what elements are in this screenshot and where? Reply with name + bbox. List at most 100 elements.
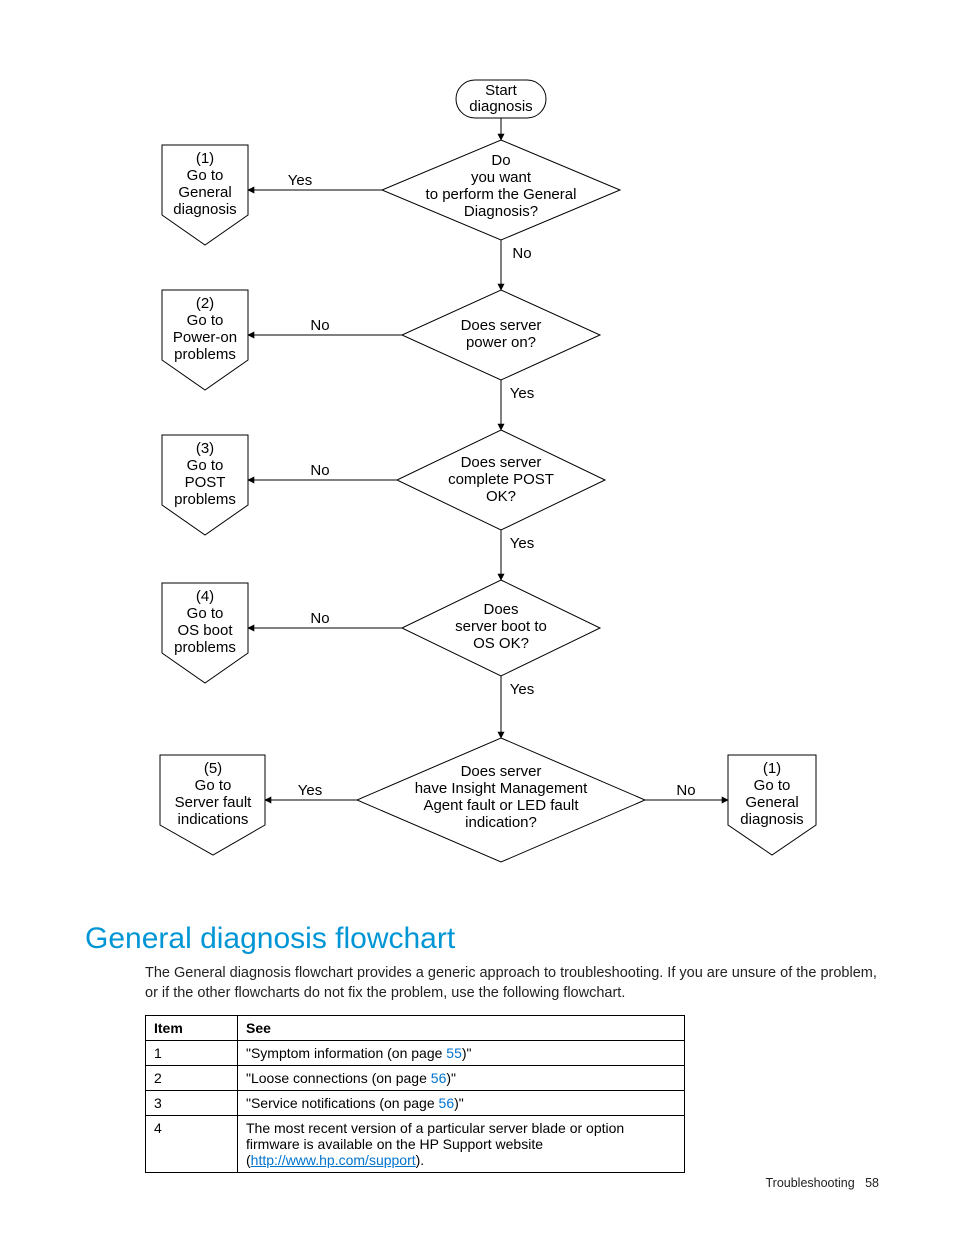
- o3-l4: problems: [174, 491, 236, 508]
- svg-text:Yes: Yes: [510, 681, 534, 698]
- d4-no: No: [310, 610, 329, 627]
- svg-text:to perform the General: to perform the General: [426, 186, 577, 203]
- o4-l2: Go to: [187, 605, 224, 622]
- svg-text:problems: problems: [174, 491, 236, 508]
- th-item: Item: [146, 1016, 238, 1041]
- cell-see: "Service notifications (on page 56)": [238, 1091, 685, 1116]
- svg-text:Go to: Go to: [187, 167, 224, 184]
- o6-l3: General: [745, 794, 798, 811]
- page-link[interactable]: 56: [439, 1095, 455, 1111]
- o5-l3: Server fault: [175, 794, 253, 811]
- footer-page: 58: [865, 1176, 879, 1190]
- svg-text:Server fault: Server fault: [175, 794, 253, 811]
- svg-text:Does server: Does server: [461, 317, 542, 334]
- d5-yes: Yes: [298, 782, 322, 799]
- d1-no: No: [512, 245, 531, 262]
- o5-l2: Go to: [195, 777, 232, 794]
- svg-text:diagnosis: diagnosis: [469, 98, 532, 115]
- cell-item: 2: [146, 1066, 238, 1091]
- svg-text:Do: Do: [491, 152, 510, 169]
- svg-text:No: No: [512, 245, 531, 262]
- svg-text:Diagnosis?: Diagnosis?: [464, 203, 538, 220]
- o2-l2: Go to: [187, 312, 224, 329]
- svg-text:(1): (1): [196, 150, 214, 167]
- cell-item: 3: [146, 1091, 238, 1116]
- o4-l1: (4): [196, 588, 214, 605]
- d1-l1: Do: [491, 152, 510, 169]
- svg-text:power on?: power on?: [466, 334, 536, 351]
- o2-l1: (2): [196, 295, 214, 312]
- page-link[interactable]: 56: [431, 1070, 447, 1086]
- d2-l1: Does server: [461, 317, 542, 334]
- page-link[interactable]: 55: [446, 1045, 462, 1061]
- table-row: 2 "Loose connections (on page 56)": [146, 1066, 685, 1091]
- svg-text:General: General: [745, 794, 798, 811]
- flowchart-svg: Start diagnosis Do you want to perform t…: [0, 0, 954, 910]
- support-link[interactable]: http://www.hp.com/support: [251, 1152, 416, 1168]
- svg-text:Go to: Go to: [195, 777, 232, 794]
- o1-l1: (1): [196, 150, 214, 167]
- cell-see: "Loose connections (on page 56)": [238, 1066, 685, 1091]
- table-header-row: Item See: [146, 1016, 685, 1041]
- table-row: 3 "Service notifications (on page 56)": [146, 1091, 685, 1116]
- cell-item: 4: [146, 1116, 238, 1173]
- svg-text:Go to: Go to: [754, 777, 791, 794]
- o4-l4: problems: [174, 639, 236, 656]
- d1-yes: Yes: [288, 172, 312, 189]
- svg-text:Does server: Does server: [461, 454, 542, 471]
- d1-l2: you want: [471, 169, 532, 186]
- svg-text:complete POST: complete POST: [448, 471, 554, 488]
- o5-l4: indications: [178, 811, 249, 828]
- cell-see: "Symptom information (on page 55)": [238, 1041, 685, 1066]
- svg-text:Yes: Yes: [510, 535, 534, 552]
- o5-l1: (5): [204, 760, 222, 777]
- section-body: The General diagnosis flowchart provides…: [145, 964, 885, 1003]
- reference-table: Item See 1 "Symptom information (on page…: [145, 1015, 685, 1173]
- svg-text:Go to: Go to: [187, 312, 224, 329]
- d3-l2: complete POST: [448, 471, 554, 488]
- svg-text:indications: indications: [178, 811, 249, 828]
- d2-yes: Yes: [510, 385, 534, 402]
- svg-text:problems: problems: [174, 346, 236, 363]
- section-heading: General diagnosis flowchart: [85, 922, 455, 956]
- cell-see: The most recent version of a particular …: [238, 1116, 685, 1173]
- page-footer: Troubleshooting 58: [765, 1176, 879, 1190]
- o6-l2: Go to: [754, 777, 791, 794]
- svg-text:(4): (4): [196, 588, 214, 605]
- d3-l3: OK?: [486, 488, 516, 505]
- svg-text:OS boot: OS boot: [177, 622, 233, 639]
- d4-l3: OS OK?: [473, 635, 529, 652]
- svg-text:indication?: indication?: [465, 814, 537, 831]
- svg-text:server boot to: server boot to: [455, 618, 547, 635]
- th-see: See: [238, 1016, 685, 1041]
- table-row: 4 The most recent version of a particula…: [146, 1116, 685, 1173]
- svg-text:you want: you want: [471, 169, 532, 186]
- o3-l2: Go to: [187, 457, 224, 474]
- svg-text:(5): (5): [204, 760, 222, 777]
- o4-l3: OS boot: [177, 622, 233, 639]
- svg-text:Does: Does: [483, 601, 518, 618]
- svg-text:(1): (1): [763, 760, 781, 777]
- o6-l4: diagnosis: [740, 811, 803, 828]
- d5-l3: Agent fault or LED fault: [423, 797, 579, 814]
- svg-text:diagnosis: diagnosis: [740, 811, 803, 828]
- o3-l3: POST: [185, 474, 226, 491]
- d4-l1: Does: [483, 601, 518, 618]
- svg-text:POST: POST: [185, 474, 226, 491]
- d1-l3: to perform the General: [426, 186, 577, 203]
- svg-text:Go to: Go to: [187, 457, 224, 474]
- svg-text:Start: Start: [485, 82, 518, 99]
- svg-text:OS OK?: OS OK?: [473, 635, 529, 652]
- d1-l4: Diagnosis?: [464, 203, 538, 220]
- o6-l1: (1): [763, 760, 781, 777]
- d5-no: No: [676, 782, 695, 799]
- d5-l2: have Insight Management: [415, 780, 588, 797]
- svg-text:Does server: Does server: [461, 763, 542, 780]
- svg-text:No: No: [310, 462, 329, 479]
- d3-l1: Does server: [461, 454, 542, 471]
- o2-l4: problems: [174, 346, 236, 363]
- o3-l1: (3): [196, 440, 214, 457]
- svg-text:General: General: [178, 184, 231, 201]
- svg-text:Yes: Yes: [288, 172, 312, 189]
- svg-text:Power-on: Power-on: [173, 329, 237, 346]
